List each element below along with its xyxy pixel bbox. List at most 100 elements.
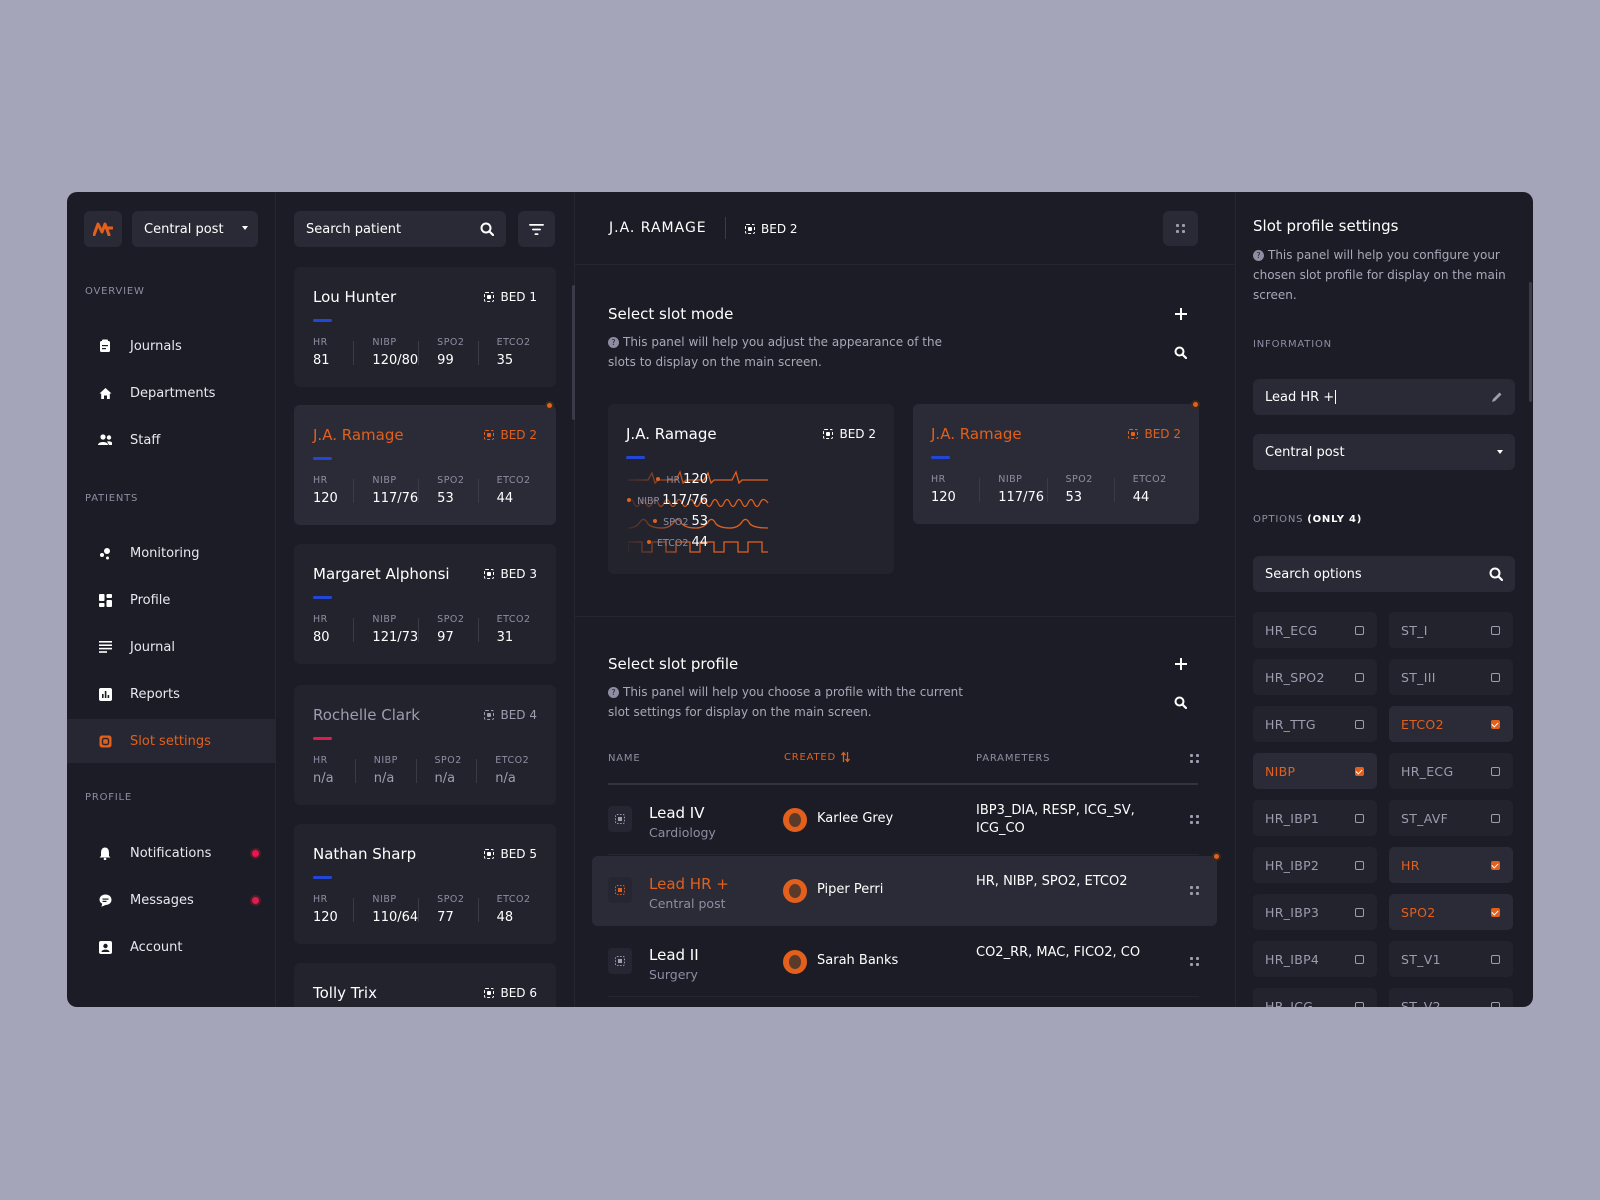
patient-card-selected[interactable]: J.A. Ramage BED 2 HR 120 NIBP 117/76 SPO2 5… [294,405,556,525]
option-st-avf[interactable]: ST_AVF [1389,800,1513,836]
option-label: HR_ECG [1401,763,1454,779]
add-slot-profile-button[interactable] [1163,646,1198,681]
checkbox-icon[interactable] [1491,1002,1500,1007]
slot-mode-waveform-card[interactable]: J.A. Ramage BED 2 HR 120 NIBP 117/76 SPO2 5… [608,404,894,574]
sidebar-item-account[interactable]: Account [67,925,276,969]
column-settings-icon[interactable] [1190,754,1199,763]
checkbox-icon[interactable] [1491,814,1500,823]
checkbox-icon[interactable] [1355,626,1364,635]
checkbox-icon[interactable] [1355,814,1364,823]
option-hr-ibp4[interactable]: HR_IBP4 [1253,941,1377,977]
sidebar-item-departments[interactable]: Departments [67,371,276,415]
help-text: This panel will help you adjust the appe… [608,335,942,369]
profile-name-input[interactable]: Lead HR + [1253,379,1515,415]
scrollbar[interactable] [572,285,575,420]
option-hr-ibp2[interactable]: HR_IBP2 [1253,847,1377,883]
bell-icon [98,846,112,860]
option-st-v2[interactable]: ST_V2 [1389,988,1513,1007]
home-icon [98,386,112,400]
option-etco2[interactable]: ETCO2 [1389,706,1513,742]
post-select[interactable]: Central post [1253,434,1515,470]
checkbox-icon[interactable] [1355,908,1364,917]
checkbox-checked-icon[interactable] [1491,720,1500,729]
option-hr-spo2[interactable]: HR_SPO2 [1253,659,1377,695]
option-nibp[interactable]: NIBP [1253,753,1377,789]
col-header-created[interactable]: CREATED [784,751,851,763]
sidebar-item-reports[interactable]: Reports [67,672,276,716]
patient-name: Tolly Trix [313,984,377,1002]
patient-card[interactable]: Lou Hunter BED 1 HR 81 NIBP 120/80 SPO2 99 … [294,267,556,387]
checkbox-icon[interactable] [1355,720,1364,729]
option-st-iii[interactable]: ST_III [1389,659,1513,695]
option-hr-ecg[interactable]: HR_ECG [1389,753,1513,789]
drag-handle-icon[interactable] [1190,886,1199,895]
vital-value: 117/76 [372,491,419,506]
option-hr-ttg[interactable]: HR_TTG [1253,706,1377,742]
scrollbar[interactable] [1529,282,1532,402]
patient-card[interactable]: Nathan Sharp BED 5 HR 120 NIBP 110/64 SPO2… [294,824,556,944]
checkbox-checked-icon[interactable] [1491,861,1500,870]
option-hr-ibp1[interactable]: HR_IBP1 [1253,800,1377,836]
checkbox-icon[interactable] [1491,955,1500,964]
checkbox-icon[interactable] [1355,955,1364,964]
sidebar-item-slot-settings[interactable]: Slot settings [67,719,276,763]
option-hr-ecg[interactable]: HR_ECG [1253,612,1377,648]
patient-card[interactable]: Rochelle Clark BED 4 HR n/a NIBP n/a SPO2 n… [294,685,556,805]
checkbox-icon[interactable] [1355,673,1364,682]
checkbox-checked-icon[interactable] [1491,908,1500,917]
option-hr-icg[interactable]: HR_ICG [1253,988,1377,1007]
option-hr-ibp3[interactable]: HR_IBP3 [1253,894,1377,930]
bed-text: BED 5 [500,847,537,861]
checkbox-icon[interactable] [1491,767,1500,776]
vital-value: 80 [313,630,330,645]
table-row[interactable]: Lead IV Cardiology Karlee Grey IBP3_DIA,… [608,785,1199,855]
logo[interactable] [84,211,122,247]
col-header-name[interactable]: NAME [608,753,640,764]
sidebar-item-messages[interactable]: Messages [67,878,276,922]
table-row-selected[interactable]: Lead HR + Central post Piper Perri HR, N… [592,856,1217,926]
sidebar-item-profile[interactable]: Profile [67,578,276,622]
vital-label: SPO2 [437,614,465,625]
edit-pencil-icon[interactable] [1491,391,1503,403]
vital-hr: HR 120 [313,475,353,506]
search-slot-mode-button[interactable] [1163,335,1198,370]
slot-card-name: J.A. Ramage [626,425,717,443]
slot-mode-compact-card[interactable]: J.A. Ramage BED 2 HR 120 NIBP 117/76 SPO2 5… [913,404,1199,524]
sidebar-item-journal[interactable]: Journal [67,625,276,669]
checkbox-icon[interactable] [1491,626,1500,635]
search-options-input[interactable]: Search options [1253,556,1515,592]
option-st-v1[interactable]: ST_V1 [1389,941,1513,977]
search-patient-input[interactable]: Search patient [294,211,506,247]
drag-handle-icon[interactable] [1190,957,1199,966]
option-st-i[interactable]: ST_I [1389,612,1513,648]
vitals: HR 120 NIBP 117/76 SPO2 53 ETCO2 44 [931,474,1181,505]
checkbox-icon[interactable] [1491,673,1500,682]
sidebar-item-journals[interactable]: Journals [67,324,276,368]
post-selector[interactable]: Central post [132,211,258,247]
checkbox-icon[interactable] [1355,1002,1364,1007]
sidebar-item-staff[interactable]: Staff [67,418,276,462]
options-limit: (ONLY 4) [1307,514,1363,525]
wave-label: ETCO2 [657,538,689,549]
search-slot-profile-button[interactable] [1163,685,1198,720]
option-hr[interactable]: HR [1389,847,1513,883]
col-header-parameters[interactable]: PARAMETERS [976,753,1050,764]
layout-button[interactable] [1163,211,1198,246]
status-indicator [313,319,332,322]
option-spo2[interactable]: SPO2 [1389,894,1513,930]
filter-button[interactable] [518,211,555,247]
vital-value: 120 [313,910,338,925]
patient-card[interactable]: Margaret Alphonsi BED 3 HR 80 NIBP 121/73 … [294,544,556,664]
grid-icon [98,593,112,607]
patient-card[interactable]: Tolly Trix BED 6 [294,963,556,1007]
checkbox-checked-icon[interactable] [1355,767,1364,776]
add-slot-mode-button[interactable] [1163,296,1198,331]
drag-handle-icon[interactable] [1190,815,1199,824]
profile-name: Lead HR + [649,875,729,893]
checkbox-icon[interactable] [1355,861,1364,870]
table-row[interactable]: Lead II Surgery Sarah Banks CO2_RR, MAC,… [608,927,1199,997]
sidebar-item-notifications[interactable]: Notifications [67,831,276,875]
vital-value: 81 [313,353,330,368]
sidebar-item-monitoring[interactable]: Monitoring [67,531,276,575]
profile-icon [608,806,632,832]
